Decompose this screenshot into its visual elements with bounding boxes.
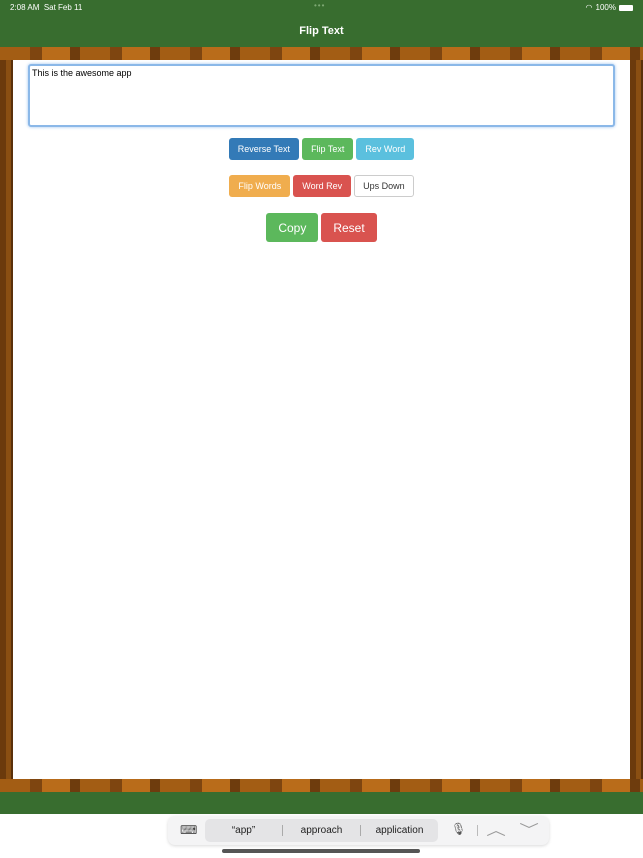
button-row-1: Reverse Text Flip Text Rev Word <box>13 138 630 160</box>
suggestions: “app” approach application <box>205 819 438 842</box>
content-area: Reverse Text Flip Text Rev Word Flip Wor… <box>13 60 630 779</box>
copy-button[interactable]: Copy <box>266 213 319 242</box>
microphone-icon[interactable]: 🎙︎ <box>451 822 466 836</box>
frame-bottom <box>0 779 643 792</box>
keyboard-icon[interactable]: ⌨ <box>180 823 197 837</box>
reset-button[interactable]: Reset <box>321 213 377 242</box>
frame-top <box>0 47 643 60</box>
wifi-icon: ◠ <box>585 3 593 12</box>
rev-word-button[interactable]: Rev Word <box>356 138 415 160</box>
reverse-text-button[interactable]: Reverse Text <box>228 138 300 160</box>
multitasking-dots[interactable]: ••• <box>314 1 325 10</box>
button-row-2: Flip Words Word Rev Ups Down <box>13 175 630 197</box>
keyboard-shortcut-bar: ⌨ “app” approach application 🎙︎ ︿ ﹀ <box>168 816 549 845</box>
battery-icon <box>619 4 633 11</box>
page-title: Flip Text <box>299 25 344 37</box>
divider <box>477 825 478 836</box>
button-row-3: Copy Reset <box>13 213 630 242</box>
status-time-date: 2:08 AM Sat Feb 11 <box>10 3 82 12</box>
nav-bar: 2:08 AM Sat Feb 11 ••• ◠ 100% Flip Text <box>0 0 643 47</box>
ups-down-button[interactable]: Ups Down <box>354 175 414 197</box>
chevron-down-icon[interactable]: ﹀ <box>519 820 539 840</box>
text-input[interactable] <box>28 64 615 127</box>
status-date: Sat Feb 11 <box>43 3 83 12</box>
bottom-bar <box>0 792 643 814</box>
status-right: ◠ 100% <box>586 3 633 12</box>
flip-words-button[interactable]: Flip Words <box>229 175 291 197</box>
suggestion-item[interactable]: “app” <box>205 825 282 836</box>
home-indicator[interactable] <box>222 849 420 853</box>
suggestion-item[interactable]: application <box>361 825 438 836</box>
wood-frame: Reverse Text Flip Text Rev Word Flip Wor… <box>0 47 643 792</box>
chevron-up-icon[interactable]: ︿ <box>486 820 506 840</box>
word-rev-button[interactable]: Word Rev <box>293 175 352 197</box>
battery-percent: 100% <box>595 3 616 12</box>
flip-text-button[interactable]: Flip Text <box>302 138 354 160</box>
suggestion-item[interactable]: approach <box>283 825 360 836</box>
status-time: 2:08 AM <box>10 3 40 12</box>
